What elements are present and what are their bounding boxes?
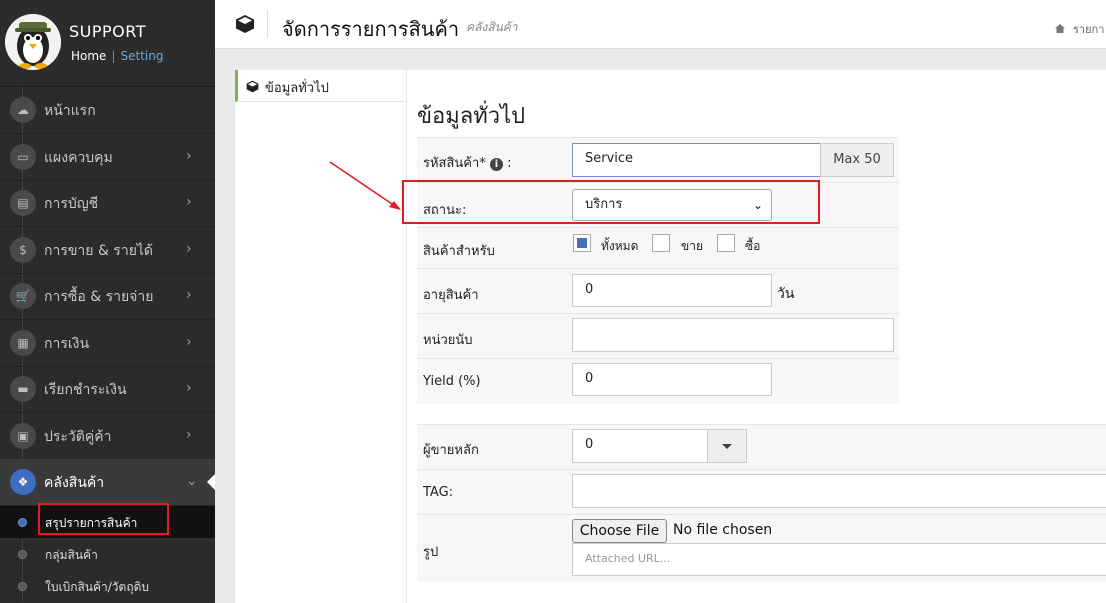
brand-links: Home | Setting: [71, 49, 163, 63]
home-link[interactable]: Home: [71, 49, 106, 63]
checkbox-buy-label: ซื้อ: [745, 239, 761, 253]
vendor-input[interactable]: 0: [572, 429, 708, 463]
cart-icon: 🛒: [10, 283, 36, 309]
avatar[interactable]: [5, 14, 61, 70]
annotation-highlight-submenu: [38, 503, 169, 535]
home-icon[interactable]: [1055, 24, 1065, 33]
breadcrumb-item[interactable]: รายกา: [1073, 23, 1104, 36]
checkbox-sell[interactable]: [652, 234, 670, 252]
sidebar-item-accounting[interactable]: ▤ การบัญชี ›: [0, 180, 215, 227]
yield-input[interactable]: 0: [572, 363, 772, 396]
product-age-input[interactable]: 0: [572, 274, 772, 307]
cube-icon: [246, 80, 259, 93]
sidebar: SUPPORT Home | Setting ☁ หน้าแรก ▭ แผงควบค…: [0, 0, 215, 603]
timeline-dot: [18, 550, 27, 559]
tag-input[interactable]: [572, 474, 1106, 508]
cube-icon: [236, 15, 254, 33]
checkbox-sell-label: ขาย: [681, 239, 703, 253]
chevron-right-icon: ›: [186, 334, 192, 350]
chevron-right-icon: ›: [186, 427, 192, 443]
chevron-down-icon: ⌄: [186, 473, 198, 489]
sidebar-item-dashboard[interactable]: ▭ แผงควบคุม ›: [0, 134, 215, 181]
sidebar-item-label: การขาย & รายได้: [44, 243, 154, 259]
section-title: ข้อมูลทั่วไป: [417, 104, 526, 129]
card-icon: ▬: [10, 376, 36, 402]
sidebar-brand: SUPPORT Home | Setting: [0, 0, 215, 87]
header-divider: [267, 10, 268, 38]
breadcrumb[interactable]: รายกา: [1055, 20, 1104, 38]
annotation-arrow-icon: [329, 161, 401, 210]
brand-title: SUPPORT: [69, 22, 146, 41]
info-icon[interactable]: i: [489, 158, 503, 171]
tab-general[interactable]: ข้อมูลทั่วไป: [235, 70, 406, 102]
chevron-right-icon: ›: [186, 241, 192, 257]
sidebar-item-partners[interactable]: ▣ ประวัติคู่ค้า ›: [0, 413, 215, 460]
age-unit: วัน: [777, 286, 795, 302]
choose-file-button[interactable]: Choose File: [572, 519, 667, 543]
max-length-addon: Max 50: [820, 143, 894, 177]
code-label: รหัสสินค้า* i :: [423, 152, 511, 173]
chevron-right-icon: ›: [186, 380, 192, 396]
vendor-dropdown-button[interactable]: [707, 429, 747, 463]
form-tab-panel: [235, 70, 406, 603]
timeline-dot: [18, 518, 27, 527]
book-icon: ▤: [10, 190, 36, 216]
unit-label: หน่วยนับ: [423, 333, 473, 348]
checkbox-all[interactable]: [573, 234, 591, 252]
dollar-icon: $: [10, 237, 36, 263]
sidebar-item-label: คลังสินค้า: [44, 475, 105, 491]
chevron-right-icon: ›: [186, 194, 192, 210]
code-label-text: รหัสสินค้า*: [423, 156, 486, 171]
tag-label: TAG:: [423, 485, 454, 500]
vendor-label: ผู้ขายหลัก: [423, 443, 479, 458]
attached-url-input[interactable]: Attached URL...: [572, 543, 1106, 576]
page-subtitle: คลังสินค้า: [466, 20, 518, 34]
cloud-icon: ☁: [10, 97, 36, 123]
sidebar-subitem-label: ใบเบิกสินค้า/วัตถุดิบ: [45, 580, 150, 594]
image-label: รูป: [423, 545, 439, 560]
sidebar-item-inventory[interactable]: ❖ คลังสินค้า ⌄: [0, 459, 215, 506]
sidebar-item-label: หน้าแรก: [44, 103, 96, 119]
sidebar-item-label: เรียกชำระเงิน: [44, 382, 127, 398]
chevron-right-icon: ›: [186, 287, 192, 303]
page-title: จัดการรายการสินค้า: [282, 17, 460, 41]
sidebar-item-label: แผงควบคุม: [44, 150, 113, 166]
sidebar-item-purchases[interactable]: 🛒 การซื้อ & รายจ่าย ›: [0, 273, 215, 320]
sidebar-item-billing[interactable]: ▬ เรียกชำระเงิน ›: [0, 366, 215, 413]
sidebar-item-label: การเงิน: [44, 336, 90, 352]
file-status-text: No file chosen: [673, 522, 773, 538]
tab-label: ข้อมูลทั่วไป: [265, 81, 329, 96]
product-code-input[interactable]: Service: [572, 143, 821, 177]
sidebar-item-label: การซื้อ & รายจ่าย: [44, 289, 154, 305]
calendar-icon: ▦: [10, 330, 36, 356]
checkbox-all-label: ทั้งหมด: [601, 239, 639, 253]
chevron-right-icon: ›: [186, 148, 192, 164]
caret-down-icon: [722, 444, 732, 449]
brand-link-separator: |: [111, 49, 116, 63]
checkbox-buy[interactable]: [717, 234, 735, 252]
sidebar-subitem-requisition[interactable]: ใบเบิกสินค้า/วัตถุดิบ: [0, 570, 215, 603]
sidebar-item-label: การบัญชี: [44, 196, 99, 212]
setting-link[interactable]: Setting: [120, 49, 163, 63]
annotation-highlight-status: [402, 180, 820, 224]
sidebar-item-sales[interactable]: $ การขาย & รายได้ ›: [0, 227, 215, 274]
sidebar-item-finance[interactable]: ▦ การเงิน ›: [0, 320, 215, 367]
cubes-icon: ❖: [10, 469, 36, 495]
form-row-vendor: ผู้ขายหลัก: [417, 424, 1106, 470]
sidebar-subitem-label: กลุ่มสินค้า: [45, 548, 98, 562]
yield-label: Yield (%): [423, 374, 481, 389]
product-for-label: สินค้าสำหรับ: [423, 244, 495, 259]
unit-input[interactable]: [572, 318, 894, 352]
sidebar-item-home[interactable]: ☁ หน้าแรก: [0, 87, 215, 134]
timeline-dot: [18, 582, 27, 591]
active-pointer: [207, 474, 215, 490]
sidebar-item-label: ประวัติคู่ค้า: [44, 429, 112, 445]
sidebar-subitem-product-groups[interactable]: กลุ่มสินค้า: [0, 538, 215, 571]
age-label: อายุสินค้า: [423, 288, 479, 303]
attached-url-placeholder: Attached URL...: [585, 552, 671, 565]
contact-icon: ▣: [10, 423, 36, 449]
code-label-suffix: :: [507, 156, 512, 171]
penguin-icon: [5, 14, 61, 70]
monitor-icon: ▭: [10, 144, 36, 170]
